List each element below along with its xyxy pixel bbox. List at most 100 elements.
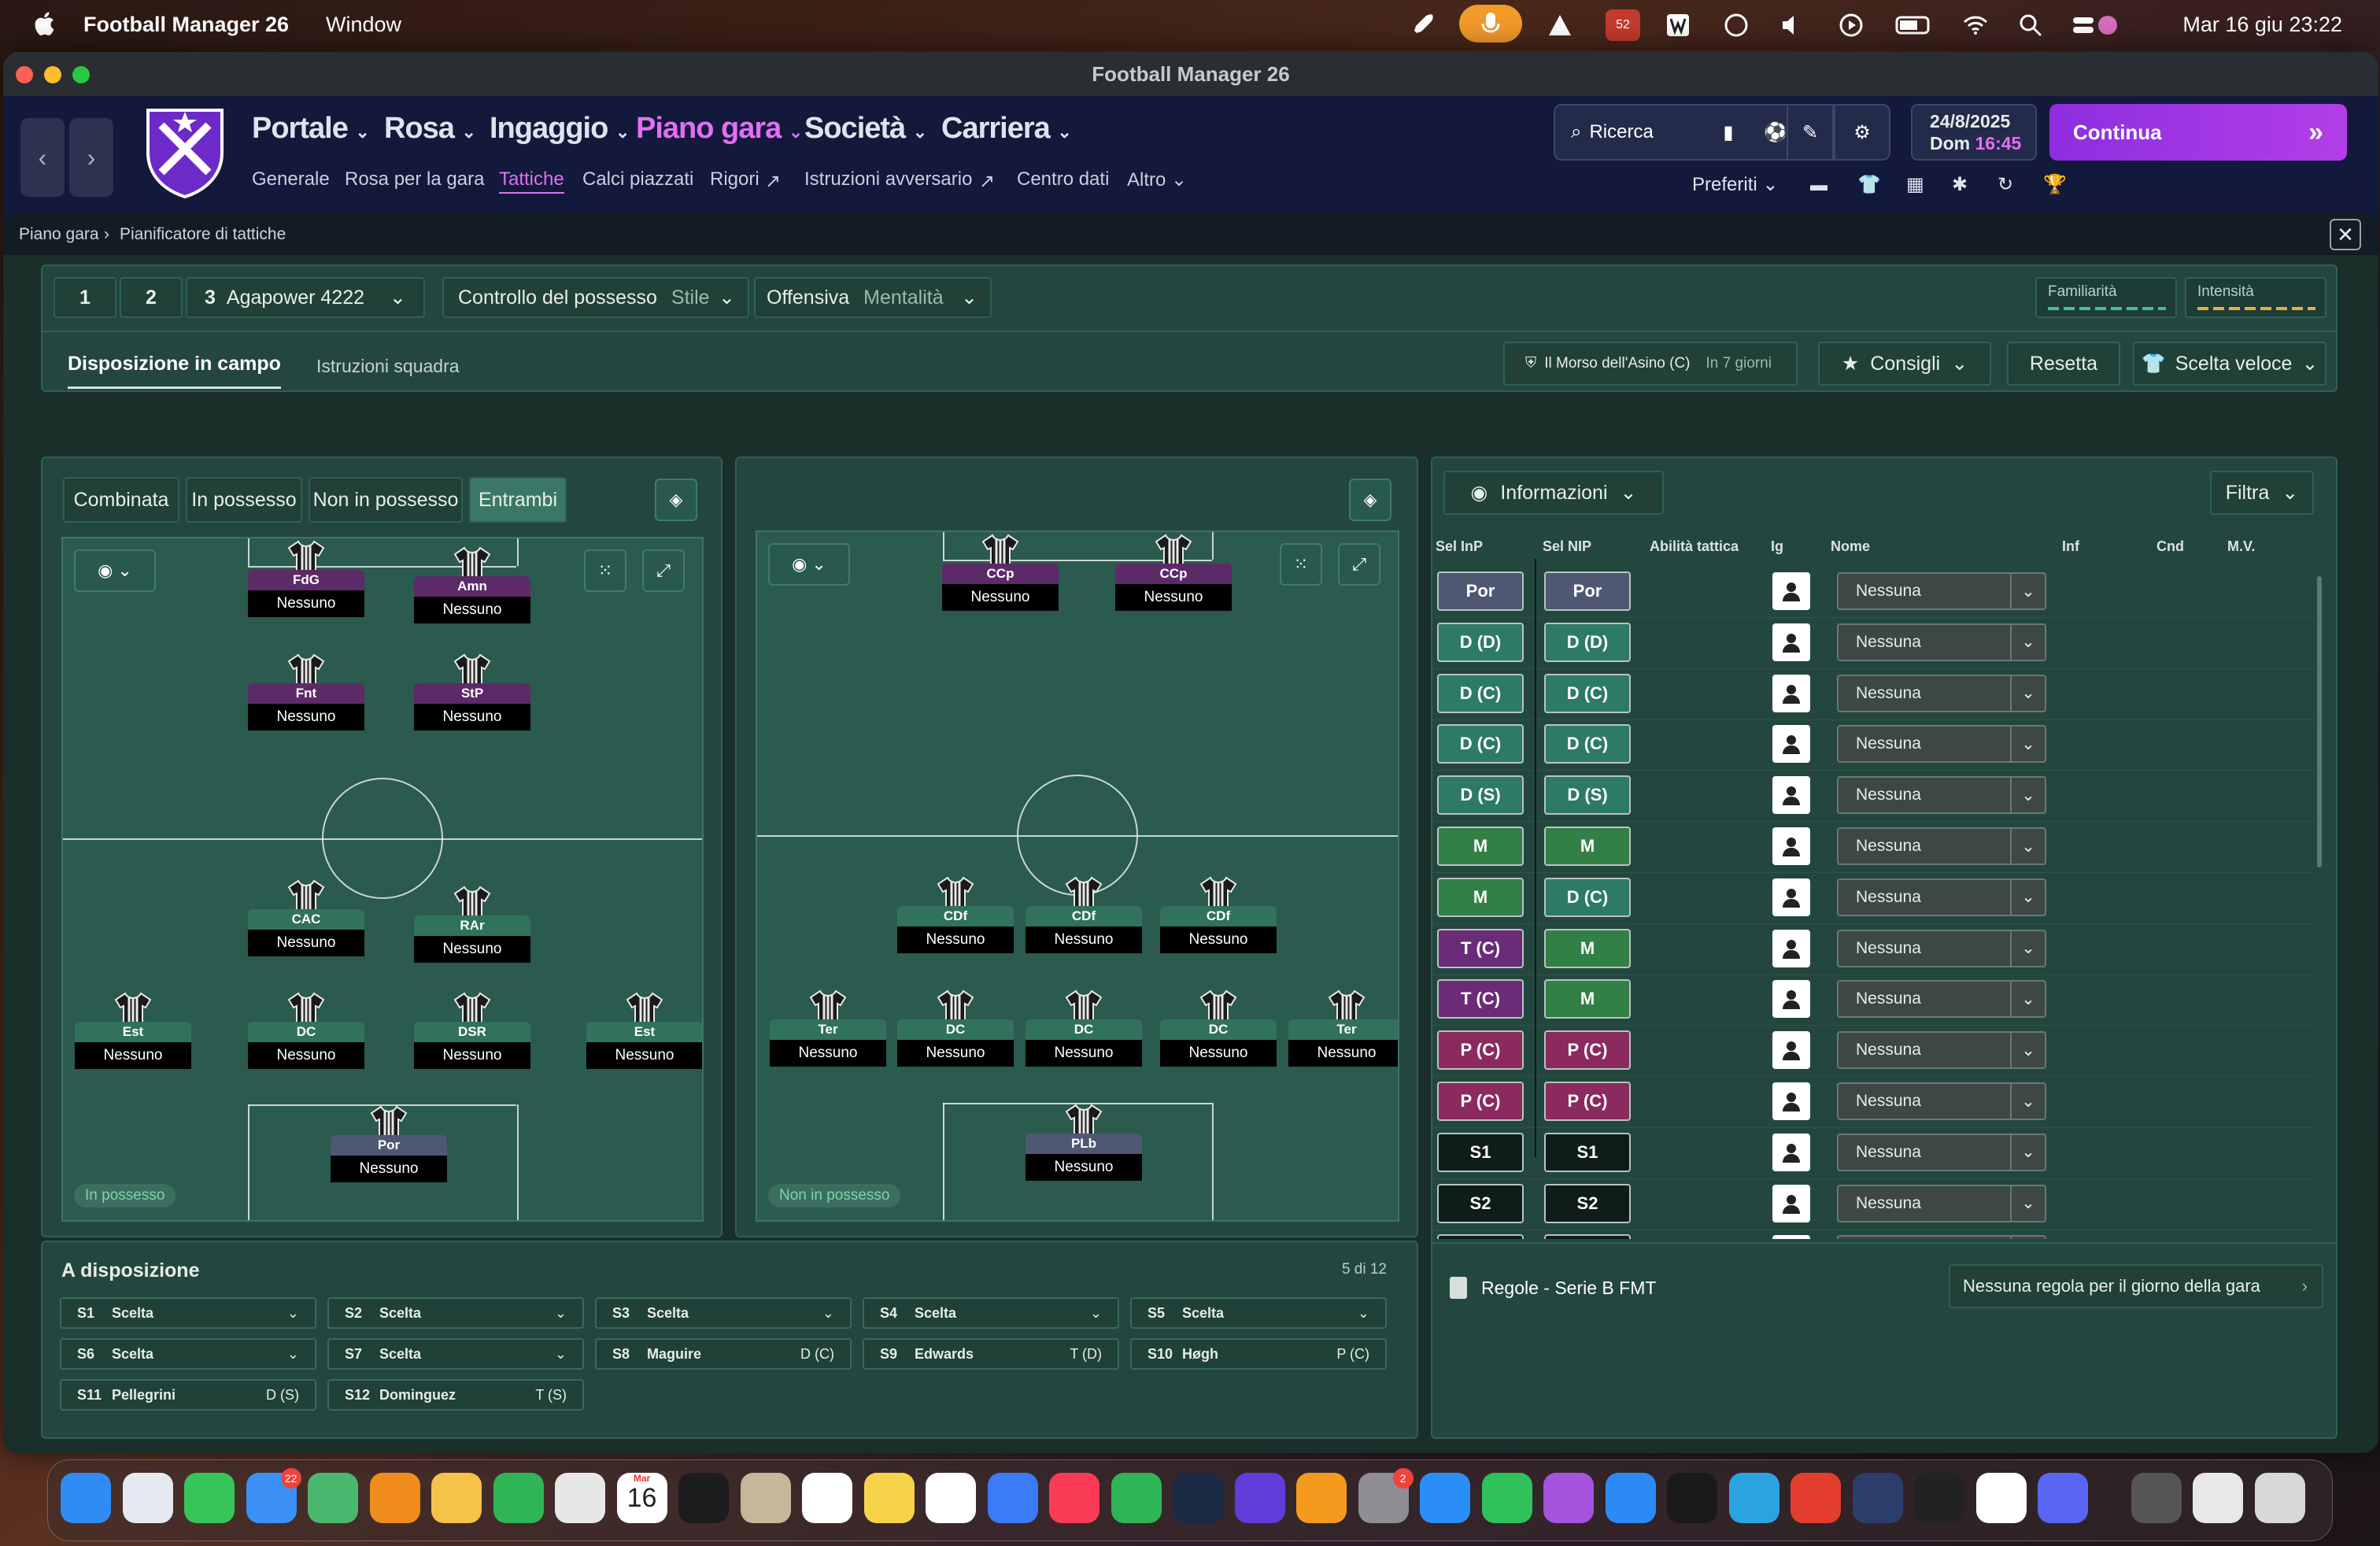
subnav-altro[interactable]: Altro ⌄ xyxy=(1127,168,1187,191)
tactic-slot-2[interactable]: 2 xyxy=(120,277,183,318)
match-day-rules-button[interactable]: Nessuna regola per il giorno della gara … xyxy=(1949,1264,2323,1308)
back-button[interactable]: ‹ xyxy=(20,118,65,197)
player-slot[interactable]: PLb Nessuno xyxy=(1026,1102,1142,1181)
keynote-icon[interactable] xyxy=(987,1473,1038,1523)
sel-nip-position[interactable]: S1 xyxy=(1544,1132,1631,1172)
player-avatar-icon[interactable] xyxy=(1772,929,1810,967)
player-avatar-icon[interactable] xyxy=(1772,1235,1810,1239)
subnav-rigori[interactable]: Rigori xyxy=(710,168,759,190)
zoom-window-icon[interactable] xyxy=(72,66,90,83)
nav-carriera[interactable]: Carriera ⌄ xyxy=(941,112,1072,146)
subnav-tattiche[interactable]: Tattiche xyxy=(499,168,564,194)
preferiti-menu[interactable]: Preferiti ⌄ xyxy=(1692,173,1778,196)
player-slot[interactable]: CDf Nessuno xyxy=(1160,875,1277,953)
player-select[interactable]: Nessuna ⌄ xyxy=(1837,1082,2046,1120)
player-select[interactable]: Nessuna ⌄ xyxy=(1837,929,2046,967)
bench-slot-s10[interactable]: S10 Høgh P (C) xyxy=(1130,1338,1387,1370)
player-slot[interactable]: DC Nessuno xyxy=(248,990,364,1069)
launchpad-icon[interactable] xyxy=(122,1473,173,1523)
nav-societa[interactable]: Società ⌄ xyxy=(804,112,927,146)
player-slot[interactable]: Amn Nessuno xyxy=(414,545,530,623)
player-slot[interactable]: Fnt Nessuno xyxy=(248,652,364,730)
nav-ingaggio[interactable]: Ingaggio ⌄ xyxy=(490,112,630,146)
col-cnd[interactable]: Cnd xyxy=(2156,538,2184,555)
player-select[interactable]: Nessuna ⌄ xyxy=(1837,980,2046,1019)
player-slot[interactable]: RAr Nessuno xyxy=(414,884,530,963)
sel-inp-position[interactable]: D (S) xyxy=(1437,775,1524,816)
spotify-icon[interactable] xyxy=(1667,1473,1717,1523)
refresh-icon[interactable]: ↻ xyxy=(1998,173,2013,196)
col-mv[interactable]: M.V. xyxy=(2227,538,2255,555)
mail-icon[interactable]: 22 xyxy=(246,1468,301,1523)
arrange-icon[interactable]: ◈ xyxy=(1349,479,1391,521)
filter-button[interactable]: Filtra ⌄ xyxy=(2210,471,2314,515)
epic-games-icon[interactable] xyxy=(1914,1473,1964,1523)
close-icon[interactable]: ✕ xyxy=(2330,219,2361,250)
tab-disposizione[interactable]: Disposizione in campo xyxy=(68,353,281,389)
eye-toggle-icon[interactable]: ◉ ⌄ xyxy=(768,543,850,586)
player-avatar-icon[interactable] xyxy=(1772,878,1810,916)
sel-inp-position[interactable]: S3 xyxy=(1437,1234,1524,1239)
control-center-icon[interactable] xyxy=(2071,13,2119,38)
quick-pick-button[interactable]: 👕 Scelta veloce ⌄ xyxy=(2133,342,2326,386)
style-select[interactable]: Controllo del possesso Stile ⌄ xyxy=(442,277,749,318)
player-slot[interactable]: DSR Nessuno xyxy=(414,990,530,1069)
sel-inp-position[interactable]: D (D) xyxy=(1437,622,1524,662)
player-select[interactable]: Nessuna ⌄ xyxy=(1837,623,2046,661)
sel-nip-position[interactable]: D (D) xyxy=(1544,622,1631,662)
player-slot[interactable]: Est Nessuno xyxy=(75,990,191,1069)
numbers-icon[interactable] xyxy=(1111,1473,1162,1523)
calendar-icon[interactable]: Mar 16 xyxy=(616,1473,667,1523)
player-select[interactable]: Nessuna ⌄ xyxy=(1837,572,2046,610)
music-icon[interactable] xyxy=(1049,1473,1099,1523)
chat-icon[interactable]: ▬ xyxy=(1810,175,1828,195)
facetime-icon[interactable] xyxy=(493,1473,544,1523)
notification-badge-icon[interactable]: 52 xyxy=(1606,9,1640,41)
col-sel-inp[interactable]: Sel InP xyxy=(1436,538,1483,555)
menubar-clock[interactable]: Mar 16 giu 23:22 xyxy=(2182,13,2342,37)
telegram-icon[interactable] xyxy=(1728,1473,1779,1523)
advice-button[interactable]: ★ Consigli ⌄ xyxy=(1818,342,1991,386)
bench-slot-s9[interactable]: S9 Edwards T (D) xyxy=(863,1338,1119,1370)
player-slot[interactable]: CCp Nessuno xyxy=(1115,532,1232,611)
subnav-calci-piazzati[interactable]: Calci piazzati xyxy=(582,168,693,190)
sel-nip-position[interactable]: M xyxy=(1544,827,1631,866)
view-entrambi[interactable]: Entrambi xyxy=(469,477,567,523)
grid-toggle-icon[interactable]: ⁙ xyxy=(1280,543,1322,586)
apple-logo-icon[interactable] xyxy=(31,9,55,38)
game-date[interactable]: 24/8/2025 Dom 16:45 xyxy=(1911,104,2037,161)
player-select[interactable]: Nessuna ⌄ xyxy=(1837,776,2046,815)
sel-nip-position[interactable]: M xyxy=(1544,979,1631,1019)
intensity-meter[interactable]: Intensità xyxy=(2185,277,2326,318)
clock-alert-icon[interactable] xyxy=(1724,13,1749,38)
trophy-icon[interactable]: 🏆 xyxy=(2043,173,2067,196)
messages-icon[interactable] xyxy=(184,1473,235,1523)
play-icon[interactable] xyxy=(1839,13,1864,38)
chrome-icon[interactable] xyxy=(555,1473,605,1523)
player-slot[interactable]: Est Nessuno xyxy=(586,990,702,1069)
bench-slot-s12[interactable]: S12 Dominguez T (S) xyxy=(327,1379,584,1411)
sel-nip-position[interactable]: S2 xyxy=(1544,1183,1631,1223)
subnav-istruzioni-avversario[interactable]: Istruzioni avversario xyxy=(804,168,972,190)
subnav-centro-dati[interactable]: Centro dati xyxy=(1017,168,1109,190)
player-avatar-icon[interactable] xyxy=(1772,827,1810,865)
discord-icon[interactable] xyxy=(2038,1473,2088,1523)
breadcrumb-root[interactable]: Piano gara xyxy=(19,225,99,244)
bench-slot-s4[interactable]: S4 Scelta ⌄ xyxy=(863,1297,1119,1329)
sel-nip-position[interactable]: S3 xyxy=(1544,1234,1631,1239)
next-match-info[interactable]: ⛨ Il Morso dell'Asino (C) In 7 giorni xyxy=(1503,342,1798,386)
bench-slot-s2[interactable]: S2 Scelta ⌄ xyxy=(327,1297,584,1329)
continue-button[interactable]: Continua » xyxy=(2049,104,2347,161)
col-inf[interactable]: Inf xyxy=(2062,538,2079,555)
wifi-icon[interactable] xyxy=(1963,13,1988,38)
sel-inp-position[interactable]: T (C) xyxy=(1437,928,1524,968)
steam-icon[interactable] xyxy=(1173,1473,1223,1523)
sel-inp-position[interactable]: D (C) xyxy=(1437,673,1524,713)
reminders-icon[interactable] xyxy=(802,1473,852,1523)
sel-inp-position[interactable]: Por xyxy=(1437,571,1524,611)
app-store-icon[interactable] xyxy=(1420,1473,1470,1523)
bench-slot-s3[interactable]: S3 Scelta ⌄ xyxy=(595,1297,852,1329)
col-sel-nip[interactable]: Sel NIP xyxy=(1543,538,1591,555)
player-slot[interactable]: CCp Nessuno xyxy=(942,532,1059,611)
player-avatar-icon[interactable] xyxy=(1772,725,1810,764)
